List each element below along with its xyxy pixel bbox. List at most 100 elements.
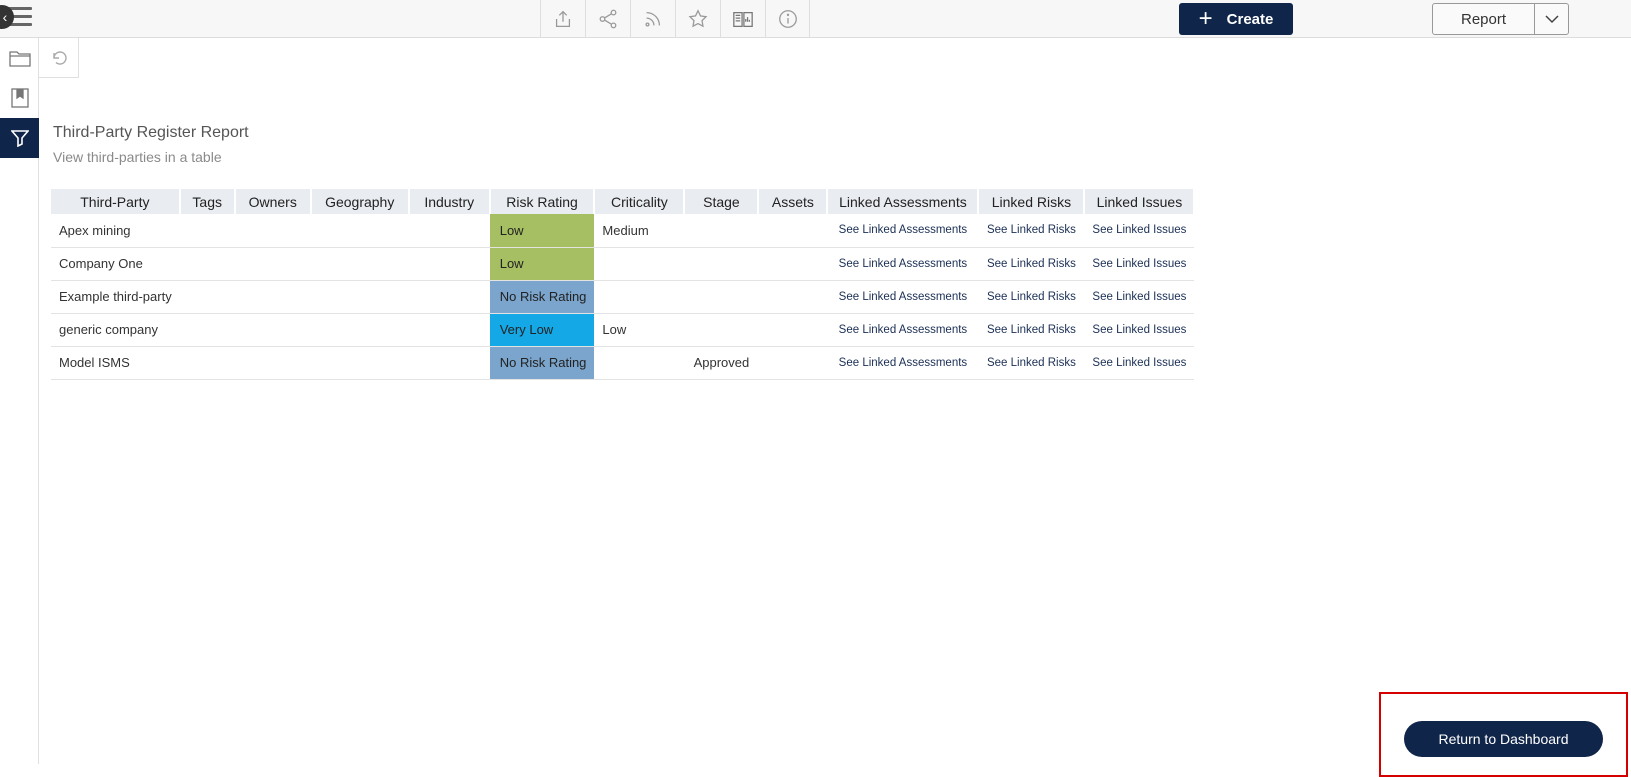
- tags-cell: [179, 313, 235, 347]
- risk-rating-cell: No Risk Rating: [489, 280, 595, 314]
- export-icon[interactable]: [540, 0, 585, 38]
- report-book-icon[interactable]: [720, 0, 765, 38]
- left-sidebar: [0, 38, 39, 764]
- criticality-cell: [594, 247, 685, 281]
- table-row[interactable]: Model ISMS No Risk Rating Approved See L…: [51, 346, 1195, 380]
- see-linked-issues-link[interactable]: See Linked Issues: [1084, 346, 1195, 380]
- risk-rating-cell: No Risk Rating: [489, 346, 595, 380]
- third-party-cell: Apex mining: [51, 214, 180, 248]
- risk-rating-cell: Low: [489, 214, 595, 248]
- see-linked-assessments-link[interactable]: See Linked Assessments: [827, 280, 979, 314]
- tags-cell: [179, 346, 235, 380]
- table-header-row: Third-Party Tags Owners Geography Indust…: [51, 189, 1196, 214]
- stage-cell: [684, 214, 759, 248]
- tags-cell: [179, 247, 235, 281]
- see-linked-issues-link[interactable]: See Linked Issues: [1084, 214, 1195, 248]
- create-button-label: Create: [1226, 10, 1274, 28]
- chevron-down-icon[interactable]: [1535, 4, 1568, 34]
- column-header[interactable]: Tags: [179, 189, 236, 214]
- create-button[interactable]: + Create: [1179, 3, 1293, 35]
- see-linked-issues-link[interactable]: See Linked Issues: [1084, 313, 1195, 347]
- info-icon[interactable]: [765, 0, 810, 38]
- share-icon[interactable]: [585, 0, 630, 38]
- assets-cell: [758, 214, 828, 248]
- geography-cell: [310, 247, 409, 281]
- owners-cell: [234, 247, 311, 281]
- see-linked-assessments-link[interactable]: See Linked Assessments: [827, 214, 979, 248]
- see-linked-risks-link[interactable]: See Linked Risks: [978, 247, 1085, 281]
- assets-cell: [758, 247, 828, 281]
- industry-cell: [408, 313, 490, 347]
- geography-cell: [310, 214, 409, 248]
- criticality-cell: [594, 346, 685, 380]
- filter-icon[interactable]: [0, 118, 39, 158]
- column-header[interactable]: Industry: [408, 189, 491, 214]
- assets-cell: [758, 280, 828, 314]
- column-header[interactable]: Stage: [684, 189, 760, 214]
- third-party-table: Third-Party Tags Owners Geography Indust…: [51, 189, 1196, 380]
- plus-icon: +: [1198, 5, 1213, 32]
- third-party-cell: Example third-party: [51, 280, 180, 314]
- column-header[interactable]: Linked Assessments: [827, 189, 980, 214]
- rss-icon[interactable]: [630, 0, 675, 38]
- see-linked-risks-link[interactable]: See Linked Risks: [978, 313, 1085, 347]
- undo-icon: [52, 50, 67, 65]
- see-linked-assessments-link[interactable]: See Linked Assessments: [827, 313, 979, 347]
- stage-cell: Approved: [684, 346, 759, 380]
- stage-cell: [684, 280, 759, 314]
- table-row[interactable]: Apex mining Low Medium See Linked Assess…: [51, 214, 1195, 248]
- folder-icon[interactable]: [0, 38, 39, 78]
- industry-cell: [408, 346, 490, 380]
- industry-cell: [408, 214, 490, 248]
- report-dropdown[interactable]: Report: [1432, 3, 1569, 35]
- table-row[interactable]: Example third-party No Risk Rating See L…: [51, 280, 1195, 314]
- see-linked-risks-link[interactable]: See Linked Risks: [978, 280, 1085, 314]
- stage-cell: [684, 313, 759, 347]
- third-party-cell: generic company: [51, 313, 180, 347]
- industry-cell: [408, 247, 490, 281]
- see-linked-risks-link[interactable]: See Linked Risks: [978, 214, 1085, 248]
- geography-cell: [310, 346, 409, 380]
- risk-rating-cell: Low: [489, 247, 595, 281]
- column-header[interactable]: Geography: [310, 189, 410, 214]
- top-toolbar: ‹ + Create Report: [0, 0, 1631, 38]
- column-header[interactable]: Criticality: [594, 189, 686, 214]
- geography-cell: [310, 280, 409, 314]
- star-icon[interactable]: [675, 0, 720, 38]
- toolbar-actions: [540, 0, 810, 38]
- column-header[interactable]: Third-Party: [51, 189, 181, 214]
- column-header[interactable]: Linked Issues: [1084, 189, 1196, 214]
- industry-cell: [408, 280, 490, 314]
- third-party-cell: Model ISMS: [51, 346, 180, 380]
- column-header[interactable]: Risk Rating: [489, 189, 596, 214]
- return-to-dashboard-button[interactable]: Return to Dashboard: [1404, 721, 1603, 757]
- column-header[interactable]: Owners: [234, 189, 312, 214]
- table-row[interactable]: generic company Very Low Low See Linked …: [51, 313, 1195, 347]
- assets-cell: [758, 313, 828, 347]
- see-linked-issues-link[interactable]: See Linked Issues: [1084, 247, 1195, 281]
- tags-cell: [179, 214, 235, 248]
- column-header[interactable]: Assets: [758, 189, 829, 214]
- geography-cell: [310, 313, 409, 347]
- table-row[interactable]: Company One Low See Linked Assessments S…: [51, 247, 1195, 281]
- criticality-cell: [594, 280, 685, 314]
- criticality-cell: Medium: [594, 214, 685, 248]
- see-linked-assessments-link[interactable]: See Linked Assessments: [827, 247, 979, 281]
- undo-button[interactable]: [39, 38, 79, 78]
- criticality-cell: Low: [594, 313, 685, 347]
- owners-cell: [234, 280, 311, 314]
- owners-cell: [234, 214, 311, 248]
- bookmark-icon[interactable]: [0, 78, 39, 118]
- see-linked-risks-link[interactable]: See Linked Risks: [978, 346, 1085, 380]
- risk-rating-cell: Very Low: [489, 313, 595, 347]
- page-subtitle: View third-parties in a table: [53, 149, 222, 165]
- owners-cell: [234, 346, 311, 380]
- see-linked-assessments-link[interactable]: See Linked Assessments: [827, 346, 979, 380]
- report-button-label[interactable]: Report: [1433, 4, 1535, 34]
- column-header[interactable]: Linked Risks: [978, 189, 1086, 214]
- assets-cell: [758, 346, 828, 380]
- tags-cell: [179, 280, 235, 314]
- see-linked-issues-link[interactable]: See Linked Issues: [1084, 280, 1195, 314]
- stage-cell: [684, 247, 759, 281]
- owners-cell: [234, 313, 311, 347]
